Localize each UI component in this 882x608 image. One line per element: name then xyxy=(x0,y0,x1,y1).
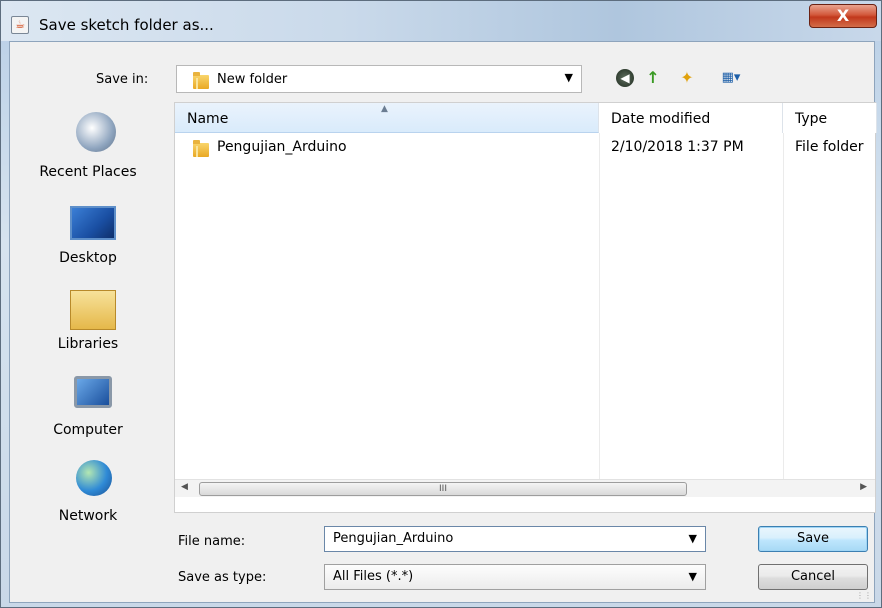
cancel-button[interactable]: Cancel xyxy=(758,564,868,590)
network-icon xyxy=(76,460,112,496)
java-app-icon: ☕ xyxy=(11,16,29,34)
new-folder-icon[interactable]: ✦ xyxy=(676,67,698,89)
dialog-client-area: Save in: New folder ▼ ◀ ↑ ✦ ▦▾ Recent Pl… xyxy=(9,41,877,603)
resize-grip-icon[interactable]: ⋮⋮ xyxy=(856,591,872,600)
chevron-down-icon[interactable]: ▼ xyxy=(565,71,573,84)
place-label: Desktop xyxy=(59,250,117,266)
up-folder-icon[interactable]: ↑ xyxy=(642,67,664,89)
save-in-label: Save in: xyxy=(96,72,149,87)
column-header-label: Name xyxy=(187,111,229,127)
scroll-left-icon[interactable]: ◀ xyxy=(181,482,188,492)
column-header-type[interactable]: Type xyxy=(783,103,877,133)
type-cell: File folder xyxy=(795,139,864,155)
file-name-cell: Pengujian_Arduino xyxy=(217,139,347,155)
folder-icon xyxy=(193,72,209,89)
place-label: Network xyxy=(58,508,118,524)
date-modified-cell: 2/10/2018 1:37 PM xyxy=(611,139,744,155)
file-name-field[interactable]: Pengujian_Arduino ▼ xyxy=(324,526,706,552)
title-bar[interactable]: ☕ Save sketch folder as... X xyxy=(1,1,881,41)
column-header-name[interactable]: ▲ Name xyxy=(175,103,599,133)
column-header-label: Date modified xyxy=(611,111,711,127)
horizontal-scrollbar[interactable]: ◀ III ▶ xyxy=(175,479,875,497)
desktop-icon xyxy=(70,206,116,240)
back-icon[interactable]: ◀ xyxy=(616,69,634,87)
save-as-type-value: All Files (*.*) xyxy=(333,569,414,584)
file-row[interactable]: Pengujian_Arduino 2/10/2018 1:37 PM File… xyxy=(175,137,875,159)
save-dialog-window: ☕ Save sketch folder as... X Save in: Ne… xyxy=(0,0,882,608)
window-title: Save sketch folder as... xyxy=(39,16,214,34)
save-as-type-label: Save as type: xyxy=(178,570,267,585)
column-divider xyxy=(599,133,600,479)
scroll-right-icon[interactable]: ▶ xyxy=(860,482,867,492)
save-in-dropdown[interactable]: New folder ▼ xyxy=(176,65,582,93)
folder-icon xyxy=(193,140,209,157)
scroll-thumb[interactable]: III xyxy=(199,482,687,496)
column-header-label: Type xyxy=(795,111,828,127)
view-menu-icon[interactable]: ▦▾ xyxy=(714,67,748,89)
close-button[interactable]: X xyxy=(809,4,877,28)
place-label: Computer xyxy=(53,422,123,438)
computer-icon xyxy=(74,376,112,408)
places-bar: Recent Places Desktop Libraries Computer… xyxy=(26,102,146,542)
file-list[interactable]: ▲ Name Date modified Type Pengujian_Ardu… xyxy=(174,102,877,513)
file-name-value: Pengujian_Arduino xyxy=(333,531,454,546)
column-divider xyxy=(783,133,784,479)
sort-ascending-icon: ▲ xyxy=(381,104,388,114)
save-as-type-dropdown[interactable]: All Files (*.*) ▼ xyxy=(324,564,706,590)
chevron-down-icon[interactable]: ▼ xyxy=(689,570,697,583)
place-label: Libraries xyxy=(57,336,119,352)
save-in-value: New folder xyxy=(217,72,288,87)
recent-places-icon xyxy=(76,112,116,152)
libraries-icon xyxy=(70,290,116,330)
chevron-down-icon[interactable]: ▼ xyxy=(689,532,697,545)
column-header-date-modified[interactable]: Date modified xyxy=(599,103,783,133)
save-button[interactable]: Save xyxy=(758,526,868,552)
file-name-label: File name: xyxy=(178,534,246,549)
place-label: Recent Places xyxy=(39,164,137,180)
